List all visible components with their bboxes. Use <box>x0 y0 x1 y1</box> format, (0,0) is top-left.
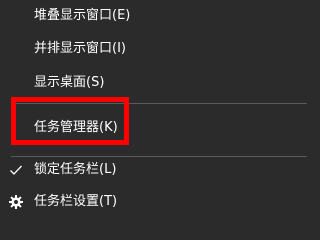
menu-item-label: 任务管理器(K) <box>34 120 118 135</box>
menu-item-show-side-by-side[interactable]: 并排显示窗口(I) <box>0 35 318 63</box>
menu-item-label: 并排显示窗口(I) <box>34 41 126 56</box>
menu-item-label: 堆叠显示窗口(E) <box>34 8 131 23</box>
gear-icon <box>8 194 24 210</box>
menu-item-label: 锁定任务栏(L) <box>34 162 117 177</box>
menu-item-label: 任务栏设置(T) <box>34 194 118 209</box>
menu-separator <box>11 103 307 104</box>
taskbar-context-menu: 堆叠显示窗口(E) 并排显示窗口(I) 显示桌面(S) 任务管理器(K) 锁定任… <box>0 0 318 217</box>
menu-item-label: 显示桌面(S) <box>34 75 105 90</box>
menu-item-lock-taskbar[interactable]: 锁定任务栏(L) <box>0 156 318 184</box>
menu-item-cascade-windows[interactable]: 堆叠显示窗口(E) <box>0 2 318 30</box>
menu-item-taskbar-settings[interactable]: 任务栏设置(T) <box>0 188 318 216</box>
checkmark-icon <box>8 162 24 178</box>
menu-item-task-manager[interactable]: 任务管理器(K) <box>0 114 318 142</box>
menu-item-show-desktop[interactable]: 显示桌面(S) <box>0 69 318 97</box>
